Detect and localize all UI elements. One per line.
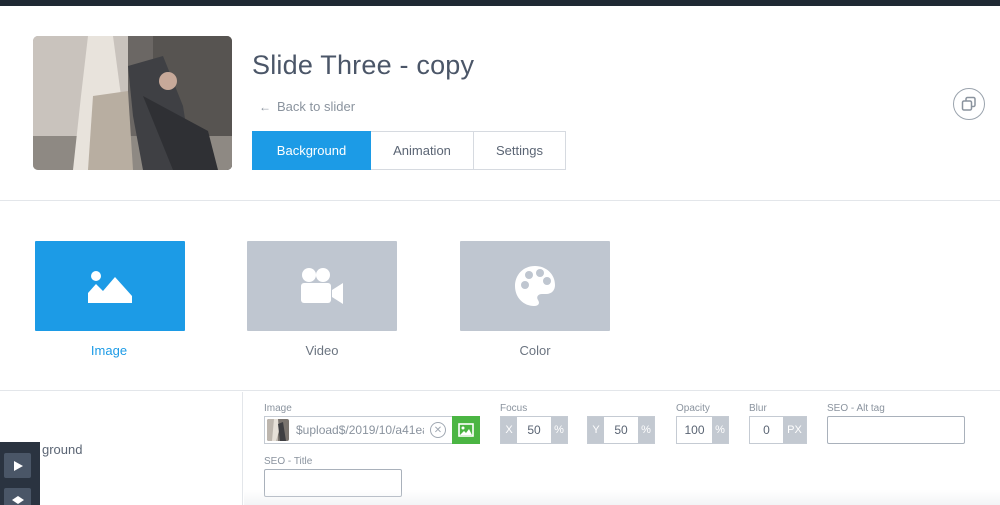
opacity-unit: % (712, 417, 728, 443)
play-button[interactable] (4, 453, 31, 478)
tab-bar: Background Animation Settings (252, 131, 566, 170)
type-image-label: Image (90, 343, 128, 358)
tab-background[interactable]: Background (252, 131, 371, 170)
seo-title-field-label: SEO - Title (264, 456, 313, 467)
focus-y-value: 50 (604, 417, 638, 443)
seo-alt-input[interactable] (827, 416, 965, 444)
image-icon (458, 423, 474, 437)
bottom-fade (244, 490, 1000, 505)
video-camera-icon (301, 268, 343, 304)
opacity-value: 100 (677, 417, 712, 443)
palette-icon (515, 266, 555, 306)
back-to-slider-link[interactable]: ← Back to slider (259, 99, 355, 114)
focus-x-prefix: X (501, 417, 517, 443)
focus-y-input[interactable]: Y 50 % (587, 416, 655, 444)
opacity-input[interactable]: 100 % (676, 416, 729, 444)
duplicate-icon (961, 96, 976, 111)
tab-label: Background (276, 143, 347, 158)
layers-button[interactable] (4, 488, 31, 505)
mini-toolbar (0, 442, 40, 505)
back-link-label: Back to slider (277, 99, 356, 114)
blur-field-label: Blur (749, 403, 767, 414)
focus-field-label: Focus (500, 403, 528, 414)
tab-label: Settings (496, 143, 543, 158)
type-image-card[interactable] (35, 241, 185, 331)
slide-header: Slide Three - copy ← Back to slider Back… (0, 6, 1000, 201)
image-field-label: Image (264, 403, 292, 414)
type-video-card[interactable] (247, 241, 397, 331)
image-icon (88, 271, 132, 303)
tab-label: Animation (393, 143, 451, 158)
play-icon (13, 460, 23, 471)
focus-y-unit: % (638, 417, 654, 443)
background-type-selector: Image Video Color (0, 202, 1000, 391)
focus-x-input[interactable]: X 50 % (500, 416, 568, 444)
type-color-label: Color (519, 343, 551, 358)
image-preview (267, 419, 289, 441)
page-title: Slide Three - copy (252, 50, 475, 80)
duplicate-button[interactable] (953, 88, 985, 120)
image-path-value: $upload$/2019/10/a41ea (296, 423, 424, 437)
choose-image-button[interactable] (452, 416, 480, 444)
section-label: ground (42, 442, 83, 457)
focus-y-prefix: Y (588, 417, 604, 443)
blur-unit: PX (783, 417, 806, 443)
tab-settings[interactable]: Settings (474, 131, 566, 170)
layers-icon (11, 495, 24, 504)
type-color-card[interactable] (460, 241, 610, 331)
blur-input[interactable]: 0 PX (749, 416, 807, 444)
arrow-left-icon: ← (259, 99, 271, 114)
slide-thumbnail (33, 36, 232, 170)
image-path-input[interactable]: $upload$/2019/10/a41ea ✕ (264, 416, 480, 444)
clear-icon[interactable]: ✕ (430, 422, 446, 438)
blur-value: 0 (750, 417, 783, 443)
focus-x-unit: % (551, 417, 567, 443)
seo-alt-field-label: SEO - Alt tag (827, 403, 885, 414)
focus-x-value: 50 (517, 417, 551, 443)
tab-animation[interactable]: Animation (371, 131, 474, 170)
type-video-label: Video (305, 343, 339, 358)
opacity-field-label: Opacity (676, 403, 710, 414)
